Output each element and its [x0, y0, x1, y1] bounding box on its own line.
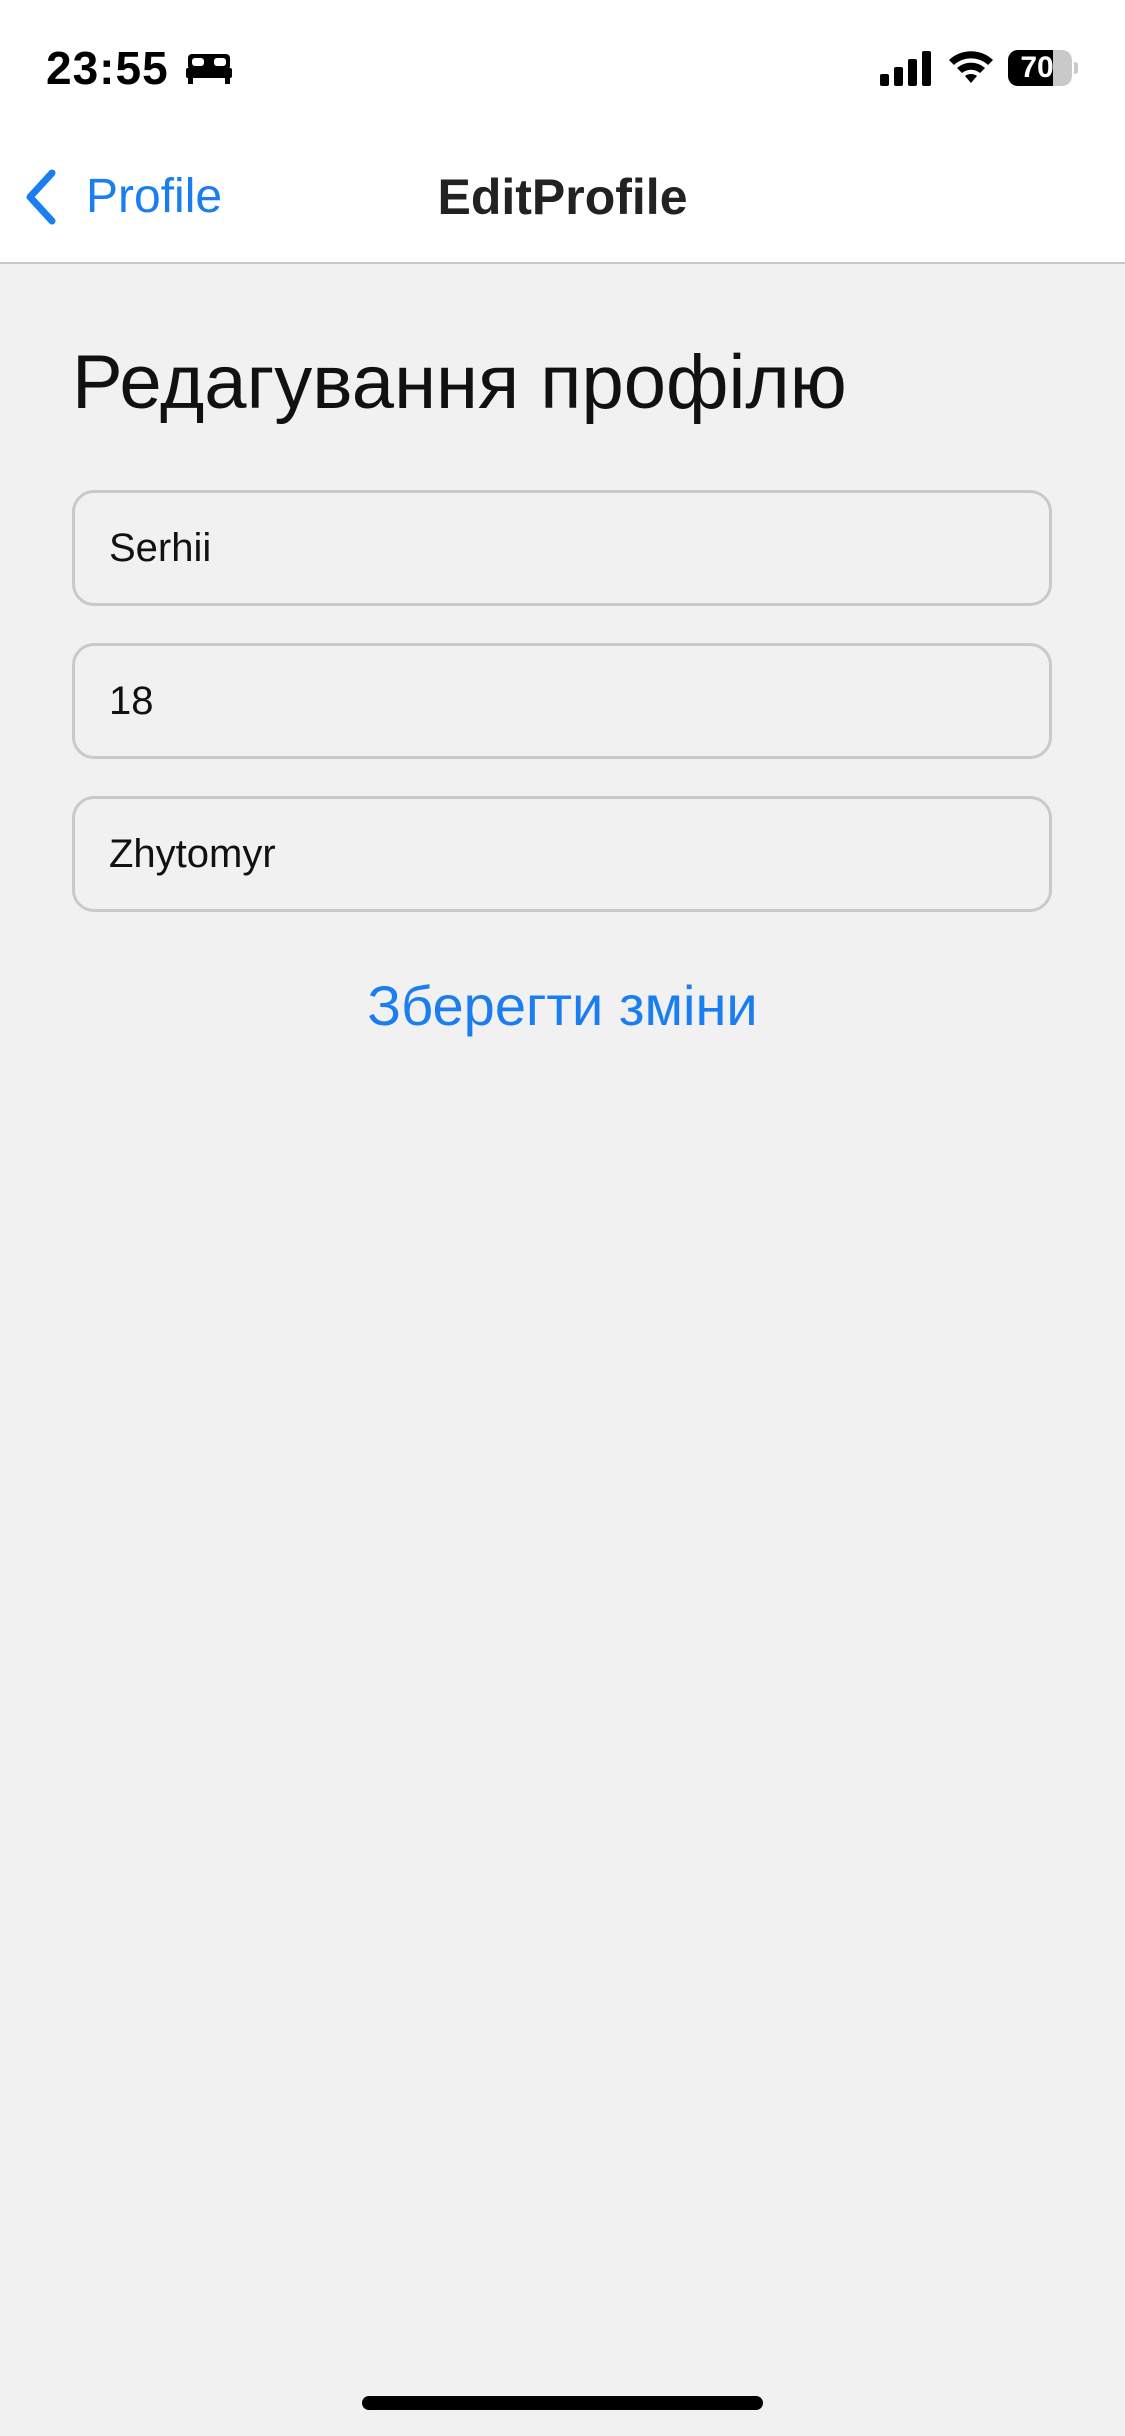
age-field[interactable] — [72, 643, 1052, 759]
chevron-left-icon — [26, 169, 56, 225]
sleep-icon — [186, 54, 232, 84]
status-bar: 23:55 70 — [0, 0, 1125, 132]
navigation-bar: EditProfile Profile — [0, 132, 1125, 264]
signal-icon — [880, 51, 931, 86]
name-field[interactable] — [72, 490, 1052, 606]
home-indicator — [362, 2396, 763, 2410]
battery-percent: 70 — [1020, 51, 1054, 84]
wifi-icon — [949, 51, 993, 83]
back-button-label: Profile — [86, 170, 223, 223]
city-field[interactable] — [72, 796, 1052, 912]
back-button[interactable]: Profile — [22, 162, 222, 232]
battery-icon: 70 — [1008, 50, 1078, 86]
save-changes-button[interactable]: Зберегти зміни — [0, 966, 1125, 1046]
status-time: 23:55 — [46, 42, 169, 94]
page-title: Редагування профілю — [72, 340, 847, 425]
